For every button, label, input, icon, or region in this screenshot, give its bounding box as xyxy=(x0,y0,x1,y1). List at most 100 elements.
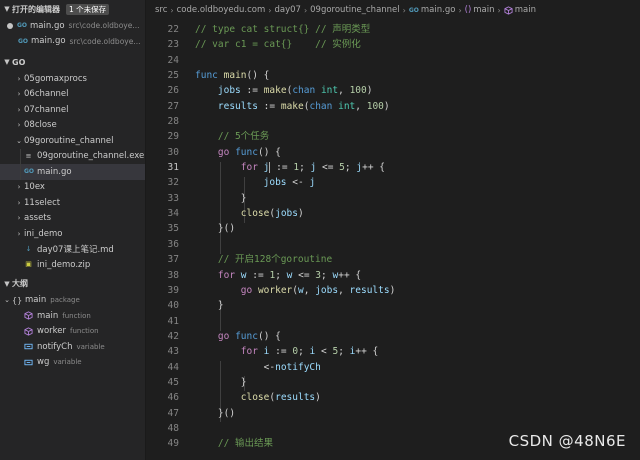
open-editors-header[interactable]: ▼ 打开的编辑器 1 个未保存 xyxy=(0,0,145,18)
outline-item[interactable]: main function xyxy=(0,308,145,324)
tree-label: 08close xyxy=(24,120,57,131)
line-number: 44 xyxy=(167,361,179,373)
tree-file-selected[interactable]: GO main.go xyxy=(0,164,145,180)
outline-label: main xyxy=(25,295,47,306)
code-line[interactable]: 23// var c1 = cat{} // 实例化 xyxy=(147,37,640,52)
tree-file[interactable]: ↓ day07课上笔记.md xyxy=(0,242,145,258)
line-number: 42 xyxy=(167,330,179,342)
code-line[interactable]: 27 results := make(chan int, 100) xyxy=(147,99,640,114)
chevron-down-icon: ▼ xyxy=(4,5,10,13)
code-line[interactable]: 24 xyxy=(147,53,640,68)
tree-label: assets xyxy=(24,213,52,224)
tree-folder[interactable]: › 11select xyxy=(0,195,145,211)
breadcrumb-item[interactable]: main xyxy=(473,5,494,15)
go-file-icon: GO xyxy=(24,168,35,176)
outline-kind: variable xyxy=(53,358,82,367)
code-line[interactable]: 22// type cat struct{} // 声明类型 xyxy=(147,22,640,37)
outline-package[interactable]: ⌄ {} main package xyxy=(0,293,145,309)
line-number: 40 xyxy=(167,300,179,312)
code-line[interactable]: 47 }() xyxy=(147,406,640,421)
code-line[interactable]: 41 xyxy=(147,314,640,329)
code-line[interactable]: 32 jobs <- j xyxy=(147,175,640,190)
tree-file[interactable]: ≡ 09goroutine_channel.exe xyxy=(0,148,145,164)
chevron-down-icon: ▼ xyxy=(4,279,10,288)
breadcrumb-item[interactable]: main xyxy=(515,5,536,15)
open-editor-item[interactable]: GO main.go src\code.oldboye... xyxy=(0,18,145,34)
outline-item[interactable]: worker function xyxy=(0,324,145,340)
go-file-icon: GO xyxy=(17,22,28,30)
line-number: 22 xyxy=(167,24,179,35)
unsaved-dot-icon[interactable] xyxy=(7,22,13,29)
tree-folder[interactable]: › 08close xyxy=(0,118,145,134)
chevron-right-icon: › xyxy=(17,74,21,83)
zip-icon: ▣ xyxy=(25,260,32,269)
code-line[interactable]: 35 }() xyxy=(147,221,640,236)
outline-item[interactable]: wg variable xyxy=(0,355,145,371)
code-line[interactable]: 36 xyxy=(147,237,640,252)
chevron-right-icon: › xyxy=(17,183,21,192)
outline-header[interactable]: ▼ 大纲 xyxy=(0,275,145,293)
tree-file[interactable]: ▣ ini_demo.zip xyxy=(0,257,145,273)
code-line[interactable]: 38 for w := 1; w <= 3; w++ { xyxy=(147,268,640,283)
line-number: 28 xyxy=(167,116,179,128)
breadcrumb-item[interactable]: 09goroutine_channel xyxy=(310,5,400,15)
markdown-icon: ↓ xyxy=(25,244,32,253)
outline-label: wg xyxy=(37,357,50,368)
code-line[interactable]: 39 go worker(w, jobs, results) xyxy=(147,283,640,298)
code-line[interactable]: 34 close(jobs) xyxy=(147,206,640,221)
tree-folder-open[interactable]: ⌄ 09goroutine_channel xyxy=(0,133,145,149)
chevron-right-icon: › xyxy=(17,198,21,207)
folder-header[interactable]: ▼ GO xyxy=(0,53,145,71)
breadcrumb-item[interactable]: code.oldboyedu.com xyxy=(177,5,266,15)
line-number: 36 xyxy=(167,238,179,250)
breadcrumb-item[interactable]: day07 xyxy=(274,5,300,15)
variable-icon xyxy=(24,359,33,365)
outline-kind: package xyxy=(50,296,80,305)
open-editor-path: src\code.oldboye... xyxy=(69,36,141,46)
code-line[interactable]: 42 go func() { xyxy=(147,329,640,344)
chevron-right-icon: › xyxy=(497,5,501,15)
variable-icon xyxy=(24,344,33,350)
code-line[interactable]: 29 // 5个任务 xyxy=(147,129,640,144)
outline-kind: variable xyxy=(76,342,105,351)
code-line[interactable]: 37 // 开启128个goroutine xyxy=(147,252,640,267)
tree-folder[interactable]: › assets xyxy=(0,211,145,227)
braces-icon: {} xyxy=(12,295,23,305)
line-number: 25 xyxy=(167,70,179,82)
code-line[interactable]: 30 go func() { xyxy=(147,145,640,160)
open-editors-title: 打开的编辑器 xyxy=(12,4,60,14)
code-line[interactable]: 46 close(results) xyxy=(147,390,640,405)
outline-item[interactable]: notifyCh variable xyxy=(0,339,145,355)
line-number: 39 xyxy=(167,284,179,296)
tree-label: main.go xyxy=(37,166,72,177)
watermark: CSDN @48N6E xyxy=(508,432,626,450)
code-line[interactable]: 43 for i := 0; i < 5; i++ { xyxy=(147,344,640,359)
code-line[interactable]: 25 func main() { xyxy=(147,68,640,83)
tree-label: 09goroutine_channel.exe xyxy=(37,151,145,162)
code-area[interactable]: 22// type cat struct{} // 声明类型 23// var … xyxy=(147,22,640,452)
tree-folder[interactable]: › 07channel xyxy=(0,102,145,118)
code-line[interactable]: 33 } xyxy=(147,191,640,206)
breadcrumb-item[interactable]: src xyxy=(155,5,167,15)
breadcrumb-item[interactable]: main.go xyxy=(421,5,456,15)
tree-folder[interactable]: › 06channel xyxy=(0,87,145,103)
tree-folder[interactable]: › ini_demo xyxy=(0,226,145,242)
explorer-sidebar: ▼ 打开的编辑器 1 个未保存 GO main.go src\code.oldb… xyxy=(0,0,146,460)
code-line[interactable]: 40 } xyxy=(147,298,640,313)
line-number: 30 xyxy=(167,146,179,158)
tree-folder[interactable]: › 10ex xyxy=(0,180,145,196)
code-line[interactable]: 28 xyxy=(147,114,640,129)
code-editor[interactable]: src › code.oldboyedu.com › day07 › 09gorout… xyxy=(147,0,640,460)
open-editor-item[interactable]: GO main.go src\code.oldboye... xyxy=(0,34,145,50)
code-line[interactable]: 26 jobs := make(chan int, 100) xyxy=(147,83,640,98)
tree-label: 11select xyxy=(24,197,61,208)
code-line[interactable]: 44 <-notifyCh xyxy=(147,360,640,375)
line-number: 23 xyxy=(167,39,179,51)
chevron-right-icon: › xyxy=(17,229,21,238)
line-number: 35 xyxy=(167,223,179,235)
code-line[interactable]: 45 } xyxy=(147,375,640,390)
code-line-active[interactable]: 31 for j := 1; j <= 5; j++ { xyxy=(147,160,640,175)
open-editor-path: src\code.oldboye... xyxy=(68,21,140,31)
chevron-right-icon: › xyxy=(17,90,21,99)
tree-folder[interactable]: › 05gomaxprocs xyxy=(0,71,145,87)
